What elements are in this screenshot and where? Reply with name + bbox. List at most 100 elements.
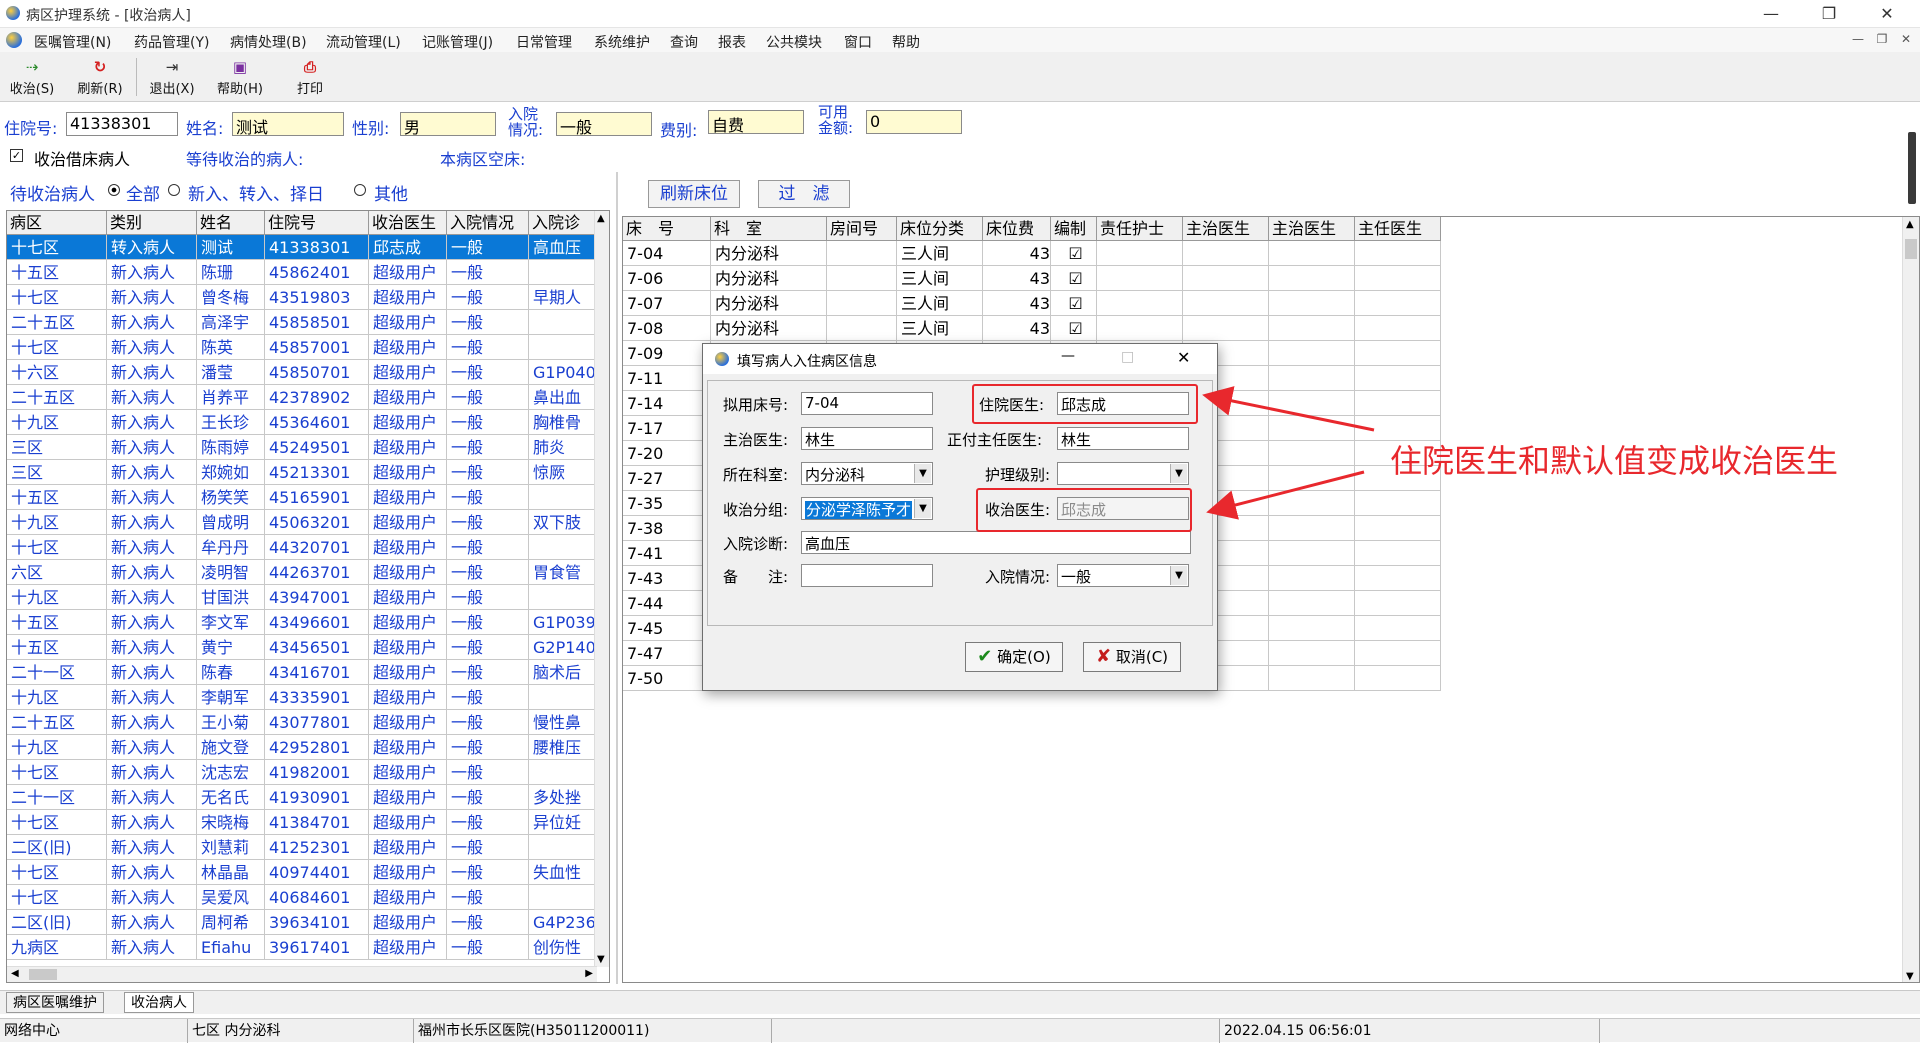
- bed-col-header[interactable]: 主治医生: [1269, 217, 1355, 241]
- close-button[interactable]: ✕: [1864, 2, 1910, 26]
- dialog-close-button[interactable]: ✕: [1177, 348, 1190, 367]
- bed-staffing-checkbox[interactable]: ☑: [1051, 266, 1097, 291]
- bed-col-header[interactable]: 编制: [1051, 217, 1097, 241]
- bed-col-header[interactable]: 床 号: [623, 217, 711, 241]
- chevron-down-icon[interactable]: ▼: [1170, 566, 1187, 585]
- bed-col-header[interactable]: 主治医生: [1183, 217, 1269, 241]
- pending-patient-row[interactable]: 十七区 新入病人 吴爱风 40684601 超级用户 一般: [7, 885, 597, 910]
- beds-scroll-down-icon[interactable]: ▼: [1906, 971, 1914, 982]
- pending-patient-row[interactable]: 十七区 新入病人 曾冬梅 43519803 超级用户 一般 早期人: [7, 285, 597, 310]
- pending-patient-row[interactable]: 十七区 新入病人 牟丹丹 44320701 超级用户 一般: [7, 535, 597, 560]
- bed-col-header[interactable]: 床位费: [983, 217, 1051, 241]
- bed-col-header[interactable]: 责任护士: [1097, 217, 1183, 241]
- pending-patient-row[interactable]: 二十五区 新入病人 王小菊 43077801 超级用户 一般 慢性鼻: [7, 710, 597, 735]
- minimize-button[interactable]: —: [1748, 2, 1794, 26]
- chevron-down-icon[interactable]: ▼: [914, 464, 931, 483]
- pending-patient-row[interactable]: 十七区 新入病人 沈志宏 41982001 超级用户 一般: [7, 760, 597, 785]
- cancel-button[interactable]: ✘ 取消(C): [1083, 642, 1181, 672]
- menu-drugs[interactable]: 药品管理(Y): [134, 32, 209, 52]
- menu-daily[interactable]: 日常管理: [516, 32, 572, 52]
- menu-orders[interactable]: 医嘱管理(N): [34, 32, 111, 52]
- pending-patient-row[interactable]: 十七区 新入病人 林晶晶 40974401 超级用户 一般 失血性: [7, 860, 597, 885]
- refresh-beds-button[interactable]: 刷新床位: [648, 180, 740, 208]
- bed-row[interactable]: 7-08 内分泌科 三人间 43 ☑: [623, 316, 1441, 341]
- pending-grid-vertical-scrollbar[interactable]: ▲ ▼: [594, 211, 609, 967]
- pending-grid-horizontal-scrollbar[interactable]: ◀ ▶: [7, 966, 597, 982]
- pending-patient-row[interactable]: 十七区 新入病人 陈英 45857001 超级用户 一般: [7, 335, 597, 360]
- help-button[interactable]: ▣ 帮助(H): [210, 54, 270, 100]
- bed-no-field[interactable]: 7-04: [801, 392, 933, 415]
- admit-button[interactable]: ⇢ 收治(S): [2, 54, 62, 100]
- pending-patient-row[interactable]: 十五区 新入病人 陈珊 45862401 超级用户 一般: [7, 260, 597, 285]
- scroll-left-icon[interactable]: ◀: [11, 968, 19, 979]
- pending-patient-row[interactable]: 十九区 新入病人 曾成明 45063201 超级用户 一般 双下肢: [7, 510, 597, 535]
- pending-patient-row[interactable]: 九病区 新入病人 Efiahu 39617401 超级用户 一般 创伤性: [7, 935, 597, 960]
- pending-patient-row[interactable]: 三区 新入病人 郑婉如 45213301 超级用户 一般 惊厥: [7, 460, 597, 485]
- menu-flow[interactable]: 流动管理(L): [326, 32, 401, 52]
- pending-patient-row[interactable]: 十九区 新入病人 施文登 42952801 超级用户 一般 腰椎压: [7, 735, 597, 760]
- pending-col-header[interactable]: 入院诊: [529, 211, 597, 235]
- bed-row[interactable]: 7-06 内分泌科 三人间 43 ☑: [623, 266, 1441, 291]
- pending-patient-row[interactable]: 二区(旧) 新入病人 周柯希 39634101 超级用户 一般 G4P236: [7, 910, 597, 935]
- pending-patient-row[interactable]: 二十一区 新入病人 陈春 43416701 超级用户 一般 脑术后: [7, 660, 597, 685]
- pending-col-header[interactable]: 入院情况: [447, 211, 529, 235]
- bed-col-header[interactable]: 主任医生: [1355, 217, 1441, 241]
- nursing-level-select[interactable]: ▼: [1057, 462, 1189, 485]
- bed-staffing-checkbox[interactable]: ☑: [1051, 241, 1097, 266]
- print-button[interactable]: ⎙ 打印: [280, 54, 340, 100]
- bed-staffing-checkbox[interactable]: ☑: [1051, 316, 1097, 341]
- radio-new[interactable]: [168, 184, 180, 196]
- menu-public[interactable]: 公共模块: [766, 32, 822, 52]
- mdi-minimize-button[interactable]: —: [1848, 32, 1868, 48]
- refresh-button[interactable]: ↻ 刷新(R): [70, 54, 130, 100]
- admit-diagnosis-field[interactable]: 高血压: [801, 531, 1191, 554]
- pending-col-header[interactable]: 类别: [107, 211, 197, 235]
- chevron-down-icon[interactable]: ▼: [1170, 464, 1187, 483]
- scroll-down-icon[interactable]: ▼: [597, 954, 605, 965]
- scroll-right-icon[interactable]: ▶: [585, 968, 593, 979]
- bed-row[interactable]: 7-04 内分泌科 三人间 43 ☑: [623, 241, 1441, 266]
- bed-col-header[interactable]: 房间号: [827, 217, 897, 241]
- pending-patient-row[interactable]: 二十五区 新入病人 高泽宇 45858501 超级用户 一般: [7, 310, 597, 335]
- menu-system[interactable]: 系统维护: [594, 32, 650, 52]
- pending-col-header[interactable]: 姓名: [197, 211, 265, 235]
- radio-all[interactable]: [108, 184, 120, 196]
- pending-patient-row[interactable]: 十九区 新入病人 李朝军 43335901 超级用户 一般: [7, 685, 597, 710]
- dialog-minimize-button[interactable]: —: [1061, 348, 1075, 364]
- pending-col-header[interactable]: 收治医生: [369, 211, 447, 235]
- department-select[interactable]: 内分泌科 ▼: [801, 462, 933, 485]
- pending-patient-row[interactable]: 二区(旧) 新入病人 刘慧莉 41252301 超级用户 一般: [7, 835, 597, 860]
- pending-patient-row[interactable]: 二十五区 新入病人 肖养平 42378902 超级用户 一般 鼻出血: [7, 385, 597, 410]
- pending-patient-row[interactable]: 十五区 新入病人 黄宁 43456501 超级用户 一般 G2P140: [7, 635, 597, 660]
- pending-patient-row[interactable]: 二十一区 新入病人 无名氏 41930901 超级用户 一般 多处挫: [7, 785, 597, 810]
- menu-condition[interactable]: 病情处理(B): [230, 32, 307, 52]
- bed-col-header[interactable]: 床位分类: [897, 217, 983, 241]
- pending-patient-row[interactable]: 十七区 转入病人 测试 41338301 邱志成 一般 高血压: [7, 235, 597, 260]
- filter-button[interactable]: 过 滤: [758, 180, 850, 208]
- name-field[interactable]: 测试: [232, 112, 344, 136]
- admit-status-field[interactable]: 一般: [556, 112, 652, 136]
- pending-col-header[interactable]: 住院号: [265, 211, 369, 235]
- beds-scroll-up-icon[interactable]: ▲: [1906, 219, 1914, 230]
- menu-billing[interactable]: 记账管理(J): [422, 32, 493, 52]
- pending-patient-row[interactable]: 十六区 新入病人 潘莹 45850701 超级用户 一般 G1P040: [7, 360, 597, 385]
- scroll-up-icon[interactable]: ▲: [597, 213, 605, 224]
- pending-col-header[interactable]: 病区: [7, 211, 107, 235]
- note-field[interactable]: [801, 564, 933, 587]
- ok-button[interactable]: ✔ 确定(O): [965, 642, 1063, 672]
- menu-query[interactable]: 查询: [670, 32, 698, 52]
- bed-staffing-checkbox[interactable]: ☑: [1051, 291, 1097, 316]
- fee-type-field[interactable]: 自费: [708, 110, 804, 134]
- beds-scroll-thumb[interactable]: [1905, 239, 1917, 259]
- exit-button[interactable]: ⇥ 退出(X): [142, 54, 202, 100]
- restore-button[interactable]: ❐: [1806, 2, 1852, 26]
- pending-patient-row[interactable]: 三区 新入病人 陈雨婷 45249501 超级用户 一般 肺炎: [7, 435, 597, 460]
- tab-ward-orders[interactable]: 病区医嘱维护: [6, 992, 104, 1013]
- pending-patient-row[interactable]: 六区 新入病人 凌明智 44263701 超级用户 一般 胃食管: [7, 560, 597, 585]
- attending-doctor-field[interactable]: 林生: [801, 427, 933, 450]
- panel-splitter[interactable]: [616, 172, 618, 984]
- tab-admit-patients[interactable]: 收治病人: [124, 992, 194, 1013]
- pending-patient-row[interactable]: 十五区 新入病人 李文军 43496601 超级用户 一般 G1P039: [7, 610, 597, 635]
- horizontal-scroll-thumb[interactable]: [29, 969, 57, 980]
- pending-patient-row[interactable]: 十九区 新入病人 王长珍 45364601 超级用户 一般 胸椎骨: [7, 410, 597, 435]
